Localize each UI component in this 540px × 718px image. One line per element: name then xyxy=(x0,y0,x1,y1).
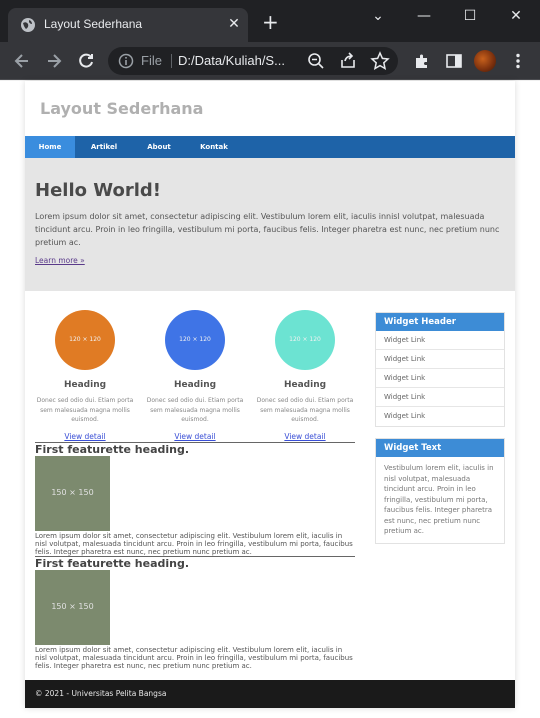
tab-strip: Layout Sederhana ✕ + ⌄ — ☐ ✕ xyxy=(0,0,540,42)
column-heading: Heading xyxy=(283,380,327,390)
close-tab-icon[interactable]: ✕ xyxy=(226,16,242,32)
circle-image: 120 × 120 xyxy=(165,310,225,370)
column-text: Donec sed odio dui. Etiam porta sem male… xyxy=(256,397,354,423)
view-detail-link[interactable]: View detail xyxy=(35,432,135,441)
minimize-icon[interactable]: — xyxy=(412,6,436,26)
footer-copyright: © 2021 - Universitas Pelita Bangsa xyxy=(35,689,167,698)
widget-link[interactable]: Widget Link xyxy=(376,388,504,407)
url-divider xyxy=(171,54,172,68)
page-container: Layout Sederhana Home Artikel About Kont… xyxy=(25,81,515,708)
column-heading: Heading xyxy=(63,380,107,390)
browser-tab[interactable]: Layout Sederhana ✕ xyxy=(8,8,248,42)
view-detail-link[interactable]: View detail xyxy=(145,432,245,441)
close-window-icon[interactable]: ✕ xyxy=(504,6,528,26)
hero-title: Hello World! xyxy=(35,180,161,201)
featurette-text: Lorem ipsum dolor sit amet, consectetur … xyxy=(35,532,353,556)
hero-section: Hello World! Lorem ipsum dolor sit amet,… xyxy=(25,158,515,291)
back-arrow-icon[interactable] xyxy=(12,51,32,71)
widget-links: Widget Header Widget Link Widget Link Wi… xyxy=(375,312,505,427)
circle-image: 120 × 120 xyxy=(275,310,335,370)
forward-arrow-icon[interactable] xyxy=(44,51,64,71)
image-size-label: 150 × 150 xyxy=(51,488,94,497)
column-text: Donec sed odio dui. Etiam porta sem male… xyxy=(146,397,244,423)
column-text: Donec sed odio dui. Etiam porta sem male… xyxy=(36,397,134,423)
featurette-image: 150 × 150 xyxy=(35,570,110,645)
widget-link[interactable]: Widget Link xyxy=(376,331,504,350)
image-size-label: 120 × 120 xyxy=(289,336,321,343)
featurette-text: Lorem ipsum dolor sit amet, consectetur … xyxy=(35,646,353,670)
globe-icon xyxy=(21,18,35,32)
widget-link[interactable]: Widget Link xyxy=(376,369,504,388)
share-icon[interactable] xyxy=(338,51,358,71)
image-size-label: 150 × 150 xyxy=(51,602,94,611)
widget-text-title: Widget Text xyxy=(376,439,504,457)
profile-avatar[interactable] xyxy=(474,50,496,72)
circle-image: 120 × 120 xyxy=(55,310,115,370)
learn-more-link[interactable]: Learn more » xyxy=(35,256,85,265)
zoom-out-icon[interactable] xyxy=(306,51,326,71)
tab-title: Layout Sederhana xyxy=(44,17,143,31)
nav-item-home[interactable]: Home xyxy=(25,136,75,158)
site-title: Layout Sederhana xyxy=(40,99,204,118)
nav-item-kontak[interactable]: Kontak xyxy=(191,136,237,158)
widget-text-body: Vestibulum lorem elit, iaculis in nisl v… xyxy=(384,464,494,535)
widget-header-title: Widget Header xyxy=(376,313,504,331)
main-nav: Home Artikel About Kontak xyxy=(25,136,515,158)
reload-icon[interactable] xyxy=(76,51,96,71)
hero-text: Lorem ipsum dolor sit amet, consectetur … xyxy=(35,212,500,247)
image-size-label: 120 × 120 xyxy=(179,336,211,343)
chevron-down-icon[interactable]: ⌄ xyxy=(366,6,390,26)
featurette-heading: First featurette heading. xyxy=(35,557,190,570)
page-viewport: Layout Sederhana Home Artikel About Kont… xyxy=(0,81,540,718)
widget-text: Widget Text Vestibulum lorem elit, iacul… xyxy=(375,438,505,544)
new-tab-icon[interactable]: + xyxy=(262,12,279,32)
nav-item-about[interactable]: About xyxy=(137,136,181,158)
bookmark-star-icon[interactable] xyxy=(370,51,390,71)
url-scheme-label: File xyxy=(141,53,162,68)
url-text[interactable]: D:/Data/Kuliah/S... xyxy=(178,53,285,68)
info-icon[interactable] xyxy=(118,53,134,69)
maximize-icon[interactable]: ☐ xyxy=(458,6,482,26)
featurette-heading: First featurette heading. xyxy=(35,443,190,456)
site-footer: © 2021 - Universitas Pelita Bangsa xyxy=(25,680,515,708)
featurette-image: 150 × 150 xyxy=(35,456,110,531)
image-size-label: 120 × 120 xyxy=(69,336,101,343)
extensions-icon[interactable] xyxy=(412,51,432,71)
widget-link[interactable]: Widget Link xyxy=(376,407,504,426)
side-panel-icon[interactable] xyxy=(444,51,464,71)
browser-toolbar: File D:/Data/Kuliah/S... xyxy=(0,42,540,80)
site-header: Layout Sederhana xyxy=(25,81,515,136)
view-detail-link[interactable]: View detail xyxy=(255,432,355,441)
column-heading: Heading xyxy=(173,380,217,390)
nav-item-artikel[interactable]: Artikel xyxy=(81,136,127,158)
more-menu-icon[interactable] xyxy=(508,51,528,71)
widget-link[interactable]: Widget Link xyxy=(376,350,504,369)
